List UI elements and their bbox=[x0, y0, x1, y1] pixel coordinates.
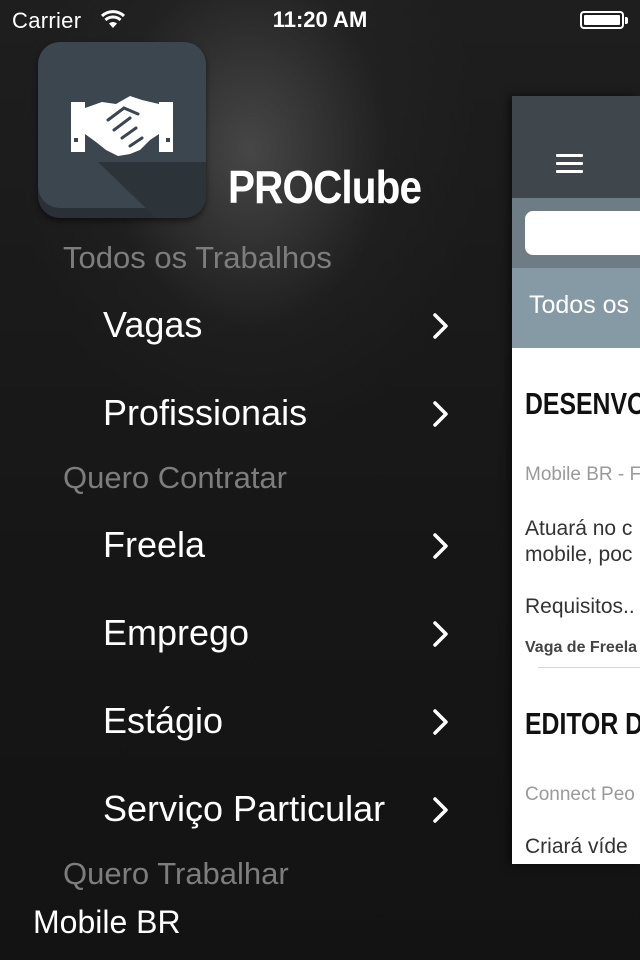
menu-item-label: Freela bbox=[103, 524, 206, 565]
menu-item-label: Vagas bbox=[103, 304, 203, 345]
section-header-quero-contratar: Quero Contratar bbox=[63, 460, 287, 495]
chevron-right-icon bbox=[433, 533, 448, 559]
menu-item-label: Emprego bbox=[103, 612, 250, 653]
tab-bar: Todos os bbox=[512, 268, 640, 348]
menu-item-freela[interactable]: Freela bbox=[0, 510, 480, 580]
search-bar bbox=[512, 198, 640, 268]
app-title: PROClube bbox=[228, 161, 422, 213]
job-title: DESENVO bbox=[525, 386, 640, 421]
menu-item-label: Serviço Particular bbox=[103, 788, 386, 829]
tab-todos[interactable]: Todos os bbox=[529, 291, 629, 320]
menu-item-mobile-br[interactable]: Mobile BR bbox=[33, 904, 181, 941]
main-content-preview[interactable]: Todos os DESENVO Mobile BR - F Atuará no… bbox=[512, 96, 640, 864]
menu-item-emprego[interactable]: Emprego bbox=[0, 598, 480, 668]
menu-item-vagas[interactable]: Vagas bbox=[0, 290, 480, 360]
chevron-right-icon bbox=[433, 797, 448, 823]
chevron-right-icon bbox=[433, 401, 448, 427]
job-description-line: Atuará no c bbox=[525, 517, 633, 540]
menu-item-label: Profissionais bbox=[103, 392, 308, 433]
job-company: Mobile BR - F bbox=[525, 464, 640, 485]
chevron-right-icon bbox=[433, 709, 448, 735]
status-bar: Carrier 11:20 AM bbox=[0, 0, 640, 40]
menu-item-label: Estágio bbox=[103, 700, 224, 741]
clock: 11:20 AM bbox=[272, 7, 368, 32]
chevron-right-icon bbox=[433, 313, 448, 339]
app-logo bbox=[38, 42, 206, 218]
job-card[interactable]: DESENVO Mobile BR - F Atuará no c mobile… bbox=[512, 348, 640, 670]
menu-item-profissionais[interactable]: Profissionais bbox=[0, 378, 480, 448]
card-divider bbox=[538, 667, 640, 668]
job-requirements: Requisitos.. bbox=[525, 595, 635, 618]
nav-bar bbox=[512, 96, 640, 198]
job-title: EDITOR D bbox=[525, 706, 640, 741]
job-description-line: Criará víde bbox=[525, 835, 628, 858]
job-card[interactable]: EDITOR D Connect Peo Criará víde bbox=[512, 670, 640, 864]
search-input[interactable] bbox=[525, 211, 640, 255]
menu-item-estagio[interactable]: Estágio bbox=[0, 686, 480, 756]
job-company: Connect Peo bbox=[525, 784, 635, 805]
section-header-todos-os-trabalhos: Todos os Trabalhos bbox=[63, 240, 332, 275]
job-type: Vaga de Freela bbox=[525, 639, 638, 656]
battery-icon bbox=[580, 11, 628, 29]
chevron-right-icon bbox=[433, 621, 448, 647]
section-header-quero-trabalhar: Quero Trabalhar bbox=[63, 856, 289, 891]
handshake-icon bbox=[71, 96, 206, 218]
menu-item-servico-particular[interactable]: Serviço Particular bbox=[0, 774, 480, 844]
job-description-line: mobile, poc bbox=[525, 543, 633, 566]
hamburger-menu-icon[interactable] bbox=[556, 154, 583, 174]
